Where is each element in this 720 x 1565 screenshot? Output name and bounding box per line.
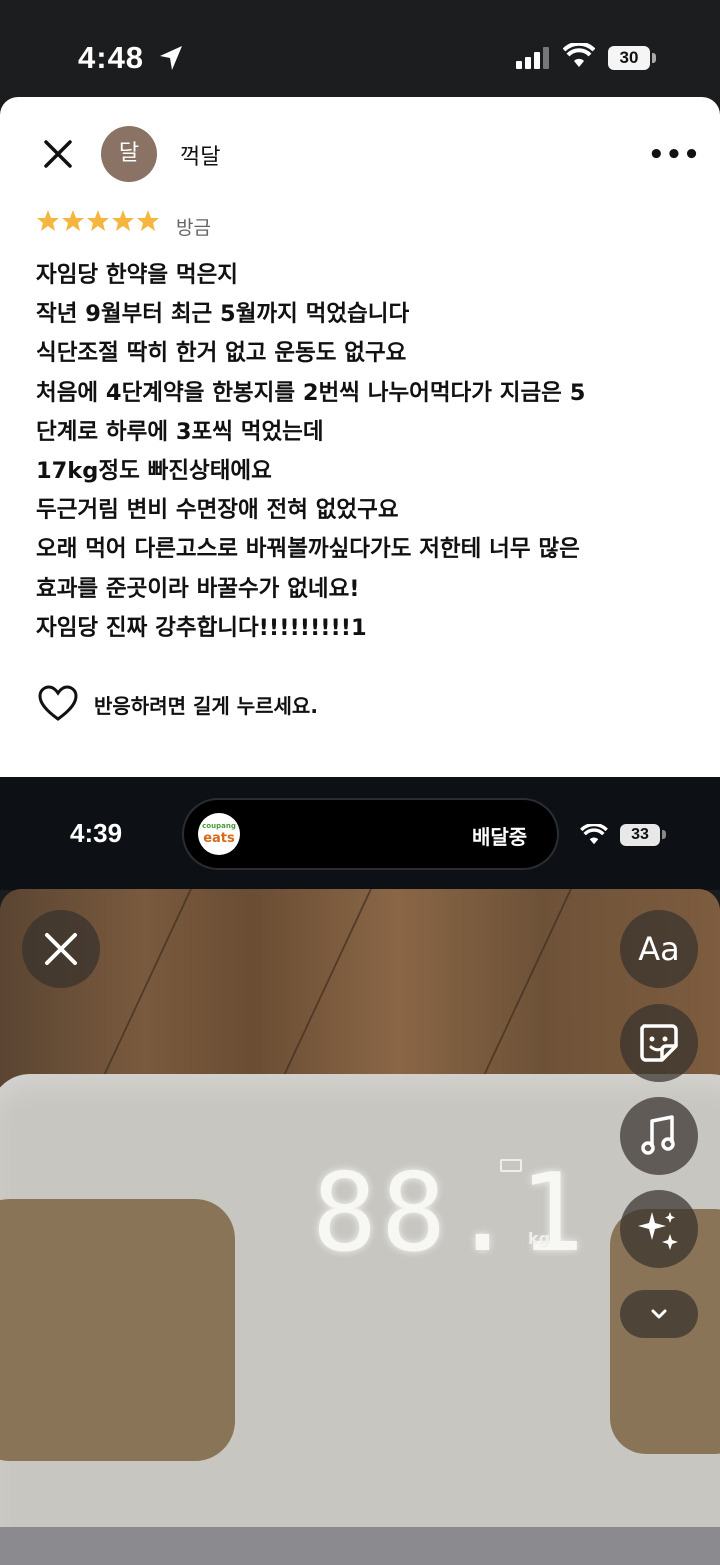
signal-icon	[516, 47, 549, 69]
review-timestamp: 방금	[176, 217, 211, 239]
location-arrow-icon	[160, 46, 182, 70]
review-line: 작년 9월부터 최근 5월까지 먹었습니다	[36, 301, 410, 328]
review-text: 자임당 한약을 먹은지 작년 9월부터 최근 5월까지 먹었습니다 식단조절 딱…	[36, 256, 696, 648]
avatar[interactable]: 달	[101, 126, 157, 182]
sticker-icon	[640, 1024, 678, 1062]
review-line: 식단조절 딱히 한거 없고 운동도 없구요	[36, 340, 407, 367]
logo-small-text: coupang	[202, 822, 236, 830]
story-close-button[interactable]	[22, 910, 100, 988]
star-icon	[87, 210, 109, 231]
react-hint: 반응하려면 길게 누르세요.	[94, 694, 318, 718]
bottom-strip	[0, 1527, 720, 1565]
music-icon	[641, 1115, 675, 1155]
more-tools-button[interactable]	[620, 1290, 698, 1338]
wifi-icon	[563, 43, 595, 67]
review-line: 17kg정도 빠진상태에요	[36, 458, 272, 485]
review-line: 자임당 진짜 강추합니다!!!!!!!!!1	[36, 614, 367, 641]
star-rating	[37, 210, 159, 231]
sticker-button[interactable]	[620, 1004, 698, 1082]
review-line: 처음에 4단계약을 한봉지를 2번씩 나누어먹다가 지금은 5	[36, 379, 586, 406]
embedded-status-time: 4:39	[70, 818, 123, 848]
more-icon[interactable]: •••	[648, 140, 701, 170]
sparkles-icon	[638, 1212, 678, 1250]
star-icon	[37, 210, 59, 231]
close-icon	[45, 933, 77, 965]
battery-nub	[652, 53, 656, 63]
logo-text: eats	[203, 831, 235, 846]
battery-indicator: 33	[620, 824, 660, 846]
heart-icon[interactable]	[38, 685, 78, 723]
delivery-status: 배달중	[472, 825, 528, 849]
effects-button[interactable]	[620, 1190, 698, 1268]
battery-indicator: 30	[608, 46, 650, 70]
star-icon	[62, 210, 84, 231]
review-line: 효과를 준곳이라 바꿀수가 없네요!	[36, 575, 360, 602]
star-icon	[137, 210, 159, 231]
scale-unit: kg	[528, 1229, 551, 1248]
wifi-icon	[580, 824, 608, 845]
review-line: 자임당 한약을 먹은지	[36, 262, 238, 288]
status-time: 4:48	[78, 40, 145, 75]
battery-nub	[662, 830, 666, 839]
scale-pad-left	[0, 1199, 235, 1461]
review-line: 단계로 하루에 3포씩 먹었는데	[36, 418, 324, 445]
close-icon[interactable]	[40, 136, 76, 172]
story-photo[interactable]: 88.1 kg	[0, 889, 720, 1565]
username[interactable]: 꺽달	[180, 139, 220, 171]
chevron-down-icon	[651, 1309, 667, 1319]
coupang-eats-logo: coupang eats	[198, 813, 240, 855]
star-icon	[112, 210, 134, 231]
music-button[interactable]	[620, 1097, 698, 1175]
text-tool-button[interactable]: Aa	[620, 910, 698, 988]
review-line: 오래 먹어 다른고스로 바꿔볼까싶다가도 저한테 너무 많은	[36, 536, 580, 563]
review-line: 두근거림 변비 수면장애 전혀 없었구요	[36, 497, 399, 524]
scale-reading: 88.1	[312, 1151, 589, 1276]
